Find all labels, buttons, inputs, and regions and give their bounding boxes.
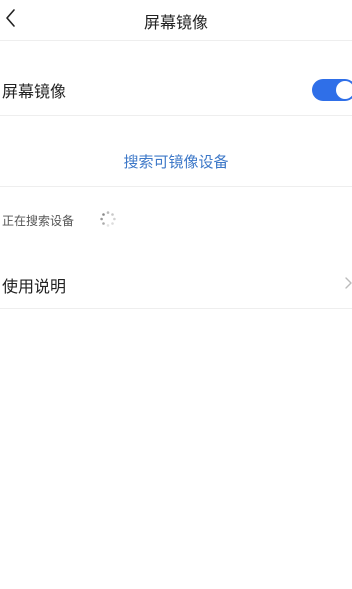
help-row[interactable]: 使用说明	[0, 262, 352, 309]
page-title: 屏幕镜像	[143, 13, 208, 32]
screen-mirror-row: 屏幕镜像	[0, 63, 352, 116]
screen-mirror-label: 屏幕镜像	[2, 82, 67, 101]
search-status-row: 正在搜索设备	[0, 200, 352, 240]
screen-mirror-toggle[interactable]	[312, 79, 352, 101]
loading-spinner-icon	[100, 211, 116, 227]
search-devices-button[interactable]: 搜索可镜像设备	[0, 151, 352, 172]
toggle-knob	[336, 81, 352, 99]
chevron-right-icon	[345, 277, 352, 289]
help-label: 使用说明	[2, 277, 67, 296]
search-section: 搜索可镜像设备	[0, 116, 352, 187]
search-status-text: 正在搜索设备	[2, 214, 75, 228]
nav-bar: 屏幕镜像	[0, 0, 352, 41]
